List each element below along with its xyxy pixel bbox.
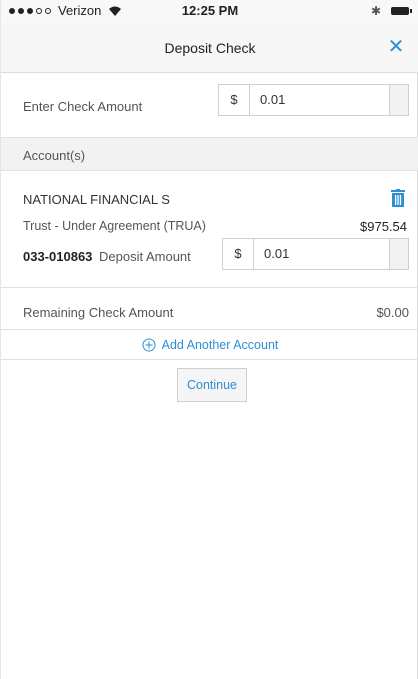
battery-icon bbox=[391, 7, 412, 15]
currency-symbol: $ bbox=[219, 85, 250, 115]
check-amount-input[interactable]: $ 0.01 bbox=[218, 84, 409, 116]
status-time: 12:25 PM bbox=[181, 3, 239, 18]
add-account-content[interactable]: Add Another Account bbox=[142, 338, 279, 352]
nav-header: Deposit Check ✕ bbox=[1, 22, 418, 73]
remaining-amount-label: Remaining Check Amount bbox=[23, 305, 174, 320]
account-type: Trust - Under Agreement (TRUA) bbox=[23, 219, 206, 233]
bluetooth-icon: ✱ bbox=[370, 4, 381, 18]
deposit-amount-label: Deposit Amount bbox=[99, 249, 191, 264]
trash-icon[interactable] bbox=[390, 189, 406, 207]
input-end-cap bbox=[389, 239, 408, 269]
app-screen: Verizon 12:25 PM ✱ Deposit Check ✕ Enter… bbox=[0, 0, 418, 679]
accounts-section-title: Account(s) bbox=[23, 148, 86, 163]
check-amount-value[interactable]: 0.01 bbox=[250, 85, 389, 115]
remaining-amount-row: Remaining Check Amount $0.00 bbox=[1, 288, 418, 330]
status-bar: Verizon 12:25 PM ✱ bbox=[1, 0, 418, 22]
account-balance: $975.54 bbox=[360, 219, 407, 234]
accounts-section-header: Account(s) bbox=[1, 138, 418, 171]
status-right: ✱ bbox=[370, 4, 412, 18]
currency-symbol: $ bbox=[223, 239, 254, 269]
account-number: 033-010863 bbox=[23, 249, 93, 264]
add-account-label: Add Another Account bbox=[161, 338, 279, 352]
input-end-cap bbox=[389, 85, 408, 115]
continue-button[interactable]: Continue bbox=[177, 368, 247, 402]
plus-circle-icon bbox=[142, 338, 156, 352]
deposit-amount-value[interactable]: 0.01 bbox=[254, 239, 389, 269]
check-amount-row: Enter Check Amount $ 0.01 bbox=[1, 72, 418, 138]
remaining-amount-value: $0.00 bbox=[376, 305, 409, 320]
close-icon[interactable]: ✕ bbox=[385, 34, 407, 58]
check-amount-label: Enter Check Amount bbox=[23, 99, 143, 114]
add-another-account-button[interactable]: Add Another Account bbox=[1, 330, 418, 360]
page-title: Deposit Check bbox=[164, 40, 256, 56]
account-name: NATIONAL FINANCIAL S bbox=[23, 192, 170, 207]
deposit-amount-input[interactable]: $ 0.01 bbox=[222, 238, 409, 270]
